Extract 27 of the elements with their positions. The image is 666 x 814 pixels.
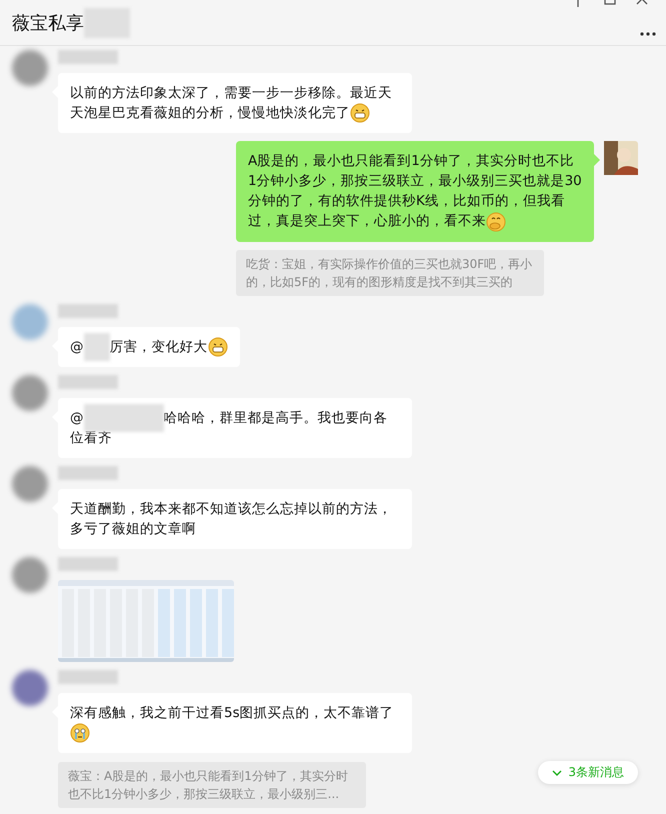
quoted-message: 吃货：宝姐，有实际操作价值的三买也就30F吧，再小的，比如5F的，现有的图形精度是找不到其三买的: [236, 250, 544, 296]
blurred-avatar[interactable]: [12, 50, 48, 86]
crying-emoji-icon: [70, 723, 90, 744]
message-text: 以前的方法印象太深了，需要一步一步移除。最近天天泡星巴克看薇姐的分析，慢慢地快淡化完了: [70, 85, 392, 121]
chat-title: 薇宝私享: [12, 12, 84, 34]
message-text: 深有感触，我之前干过看5s图抓买点的，太不靠谱了: [70, 704, 394, 741]
grinning-emoji-icon: [208, 336, 228, 357]
blurred-avatar[interactable]: [12, 670, 48, 706]
redaction-blur: [58, 50, 118, 64]
message-text: A股是的，最小也只能看到1分钟了，其实分时也不比1分钟小多少，那按三级联立，最小级别三买也就是30分钟的了，有的软件提供秒K线，比如币的，但我看过，真是突上突下，心脏小的，看不来: [248, 153, 582, 230]
more-icon[interactable]: [640, 32, 656, 36]
redaction-blur: [58, 466, 118, 480]
grinning-emoji-icon: [350, 103, 370, 124]
message-text: @ 哈哈哈，群里都是高手。我也要向各位看齐: [70, 410, 388, 446]
blurred-avatar[interactable]: [12, 466, 48, 502]
message-text: @ 厉害，变化好大: [70, 338, 228, 355]
covering-mouth-emoji-icon: [486, 212, 506, 232]
redaction-blur: [58, 304, 118, 318]
new-messages-button[interactable]: 3条新消息: [538, 761, 638, 784]
blurred-avatar[interactable]: [12, 556, 48, 593]
blurred-avatar[interactable]: [12, 374, 48, 411]
redaction-blur: [58, 374, 118, 389]
chevron-down-icon: [552, 770, 562, 776]
message-text: 天道酬勤，我本来都不知道该怎么忘掉以前的方法，多亏了薇姐的文章啊: [70, 500, 392, 537]
redaction-blur: [58, 670, 118, 684]
quoted-message: 薇宝：A股是的，最小也只能看到1分钟了，其实分时也不比1分钟小多少，那按三级联立，最小级别三...: [58, 762, 366, 808]
redaction-blur: [58, 556, 118, 571]
